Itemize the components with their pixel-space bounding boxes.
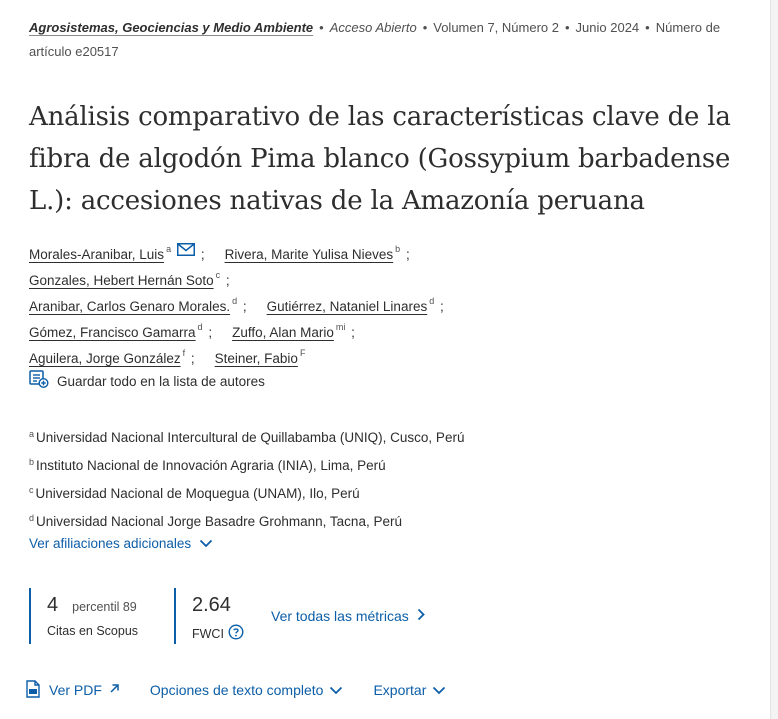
export-label: Exportar [373, 682, 427, 698]
view-pdf-button[interactable]: Ver PDF [25, 679, 120, 701]
fwci-label-row: FWCI [192, 624, 256, 643]
percentile-text: percentil 89 [72, 600, 137, 614]
author-item: Rivera, Marite Yulisa Nieves b ; [225, 236, 410, 268]
author-superscript: mi [335, 322, 346, 332]
access-badge: Acceso Abierto [329, 20, 417, 35]
author-link[interactable]: Zuffo, Alan Mario [232, 325, 334, 340]
full-text-options-button[interactable]: Opciones de texto completo [150, 682, 344, 698]
author-link[interactable]: Morales-Aranibar, Luis [29, 247, 164, 262]
author-link[interactable]: Aranibar, Carlos Genaro Morales. [29, 299, 230, 314]
author-item: Steiner, Fabio F [215, 340, 306, 372]
separator: ; [436, 299, 444, 314]
external-link-icon [102, 682, 120, 698]
citations-label: Citas en Scopus [47, 624, 139, 638]
volume-text: Volumen 7, Número 2 [433, 20, 559, 35]
author-row: Aguilera, Jorge González f ; Steiner, Fabi… [29, 340, 749, 366]
separator-dot: • [564, 20, 570, 35]
save-authors-label: Guardar todo en la lista de autores [57, 374, 265, 389]
author-list: Morales-Aranibar, Luis a ; Rivera, Marite … [29, 236, 749, 366]
affiliation-list: a Universidad Nacional Intercultural de Q… [29, 422, 749, 534]
affiliation-item: c Universidad Nacional de Moquegua (UNAM)… [29, 478, 749, 506]
separator: ; [197, 247, 205, 262]
metrics-panel: 4 percentil 89 Citas en Scopus 2.64 FWCI… [29, 588, 425, 644]
citations-count: 4 [47, 594, 59, 616]
author-superscript: d [197, 322, 203, 332]
all-metrics-label: Ver todas las métricas [271, 608, 409, 624]
author-row: Morales-Aranibar, Luis a ; Rivera, Marite … [29, 236, 749, 262]
more-affiliations-button[interactable]: Ver afiliaciones adicionales [29, 533, 213, 555]
affiliation-superscript: d [29, 513, 35, 523]
author-superscript: b [395, 244, 401, 254]
affiliation-superscript: a [29, 429, 35, 439]
save-authors-button[interactable]: Guardar todo en la lista de autores [29, 369, 265, 395]
pdf-file-icon [25, 679, 49, 701]
full-text-options-label: Opciones de texto completo [149, 682, 324, 698]
author-superscript: F [299, 348, 306, 358]
separator-dot: • [319, 20, 324, 35]
article-title: Análisis comparativo de las característi… [29, 102, 731, 216]
separator-dot: • [645, 20, 650, 35]
author-link[interactable]: Rivera, Marite Yulisa Nieves [225, 247, 394, 262]
affiliation-text: Universidad Nacional Jorge Basadre Grohm… [36, 514, 402, 529]
affiliation-superscript: c [29, 485, 34, 495]
all-metrics-link[interactable]: Ver todas las métricas [271, 588, 425, 644]
separator: ; [347, 325, 355, 340]
author-link[interactable]: Gutiérrez, Nataniel Linares [267, 299, 428, 314]
separator: ; [187, 351, 195, 366]
affiliation-superscript: b [29, 457, 35, 467]
author-link[interactable]: Gómez, Francisco Gamarra [29, 325, 196, 340]
action-bar: Ver PDF Opciones de texto completo Expor… [25, 679, 476, 701]
fwci-value: 2.64 [192, 594, 231, 616]
affiliation-item: d Universidad Nacional Jorge Basadre Groh… [29, 506, 749, 534]
author-superscript: f [182, 348, 186, 358]
author-superscript: c [215, 270, 221, 280]
author-superscript: d [232, 296, 238, 306]
separator: ; [402, 247, 410, 262]
affiliation-text: Universidad Nacional Intercultural de Qu… [36, 430, 465, 445]
separator-dot: • [422, 20, 428, 35]
chevron-down-icon [426, 682, 446, 698]
affiliation-text: Universidad Nacional de Moquegua (UNAM),… [35, 486, 360, 501]
chevron-down-icon [323, 682, 343, 698]
fwci-label: FWCI [192, 626, 224, 641]
save-list-icon [29, 369, 57, 395]
author-link[interactable]: Aguilera, Jorge González [29, 351, 181, 366]
author-link[interactable]: Steiner, Fabio [215, 351, 298, 366]
affiliation-text: Instituto Nacional de Innovación Agraria… [36, 458, 386, 473]
page-scrollbar[interactable] [770, 0, 778, 719]
separator: ; [222, 273, 230, 288]
article-metadata: Agrosistemas, Geociencias y Medio Ambien… [29, 16, 749, 64]
more-affiliations-label: Ver afiliaciones adicionales [29, 536, 192, 551]
author-superscript: a [166, 244, 172, 254]
date-text: Junio 2024 [575, 20, 640, 35]
journal-link[interactable]: Agrosistemas, Geociencias y Medio Ambien… [29, 20, 313, 35]
chevron-right-icon [409, 608, 425, 624]
affiliation-item: a Universidad Nacional Intercultural de Q… [29, 422, 749, 450]
fwci-metric: 2.64 FWCI [174, 588, 256, 644]
view-pdf-label: Ver PDF [49, 682, 102, 698]
citations-metric: 4 percentil 89 Citas en Scopus [29, 588, 157, 644]
export-button[interactable]: Exportar [373, 682, 446, 698]
author-item: Aguilera, Jorge González f ; [29, 340, 195, 372]
separator: ; [204, 325, 213, 340]
author-superscript: d [429, 296, 435, 306]
author-link[interactable]: Gonzales, Hebert Hernán Soto [29, 273, 214, 288]
affiliation-item: b Instituto Nacional de Innovación Agrari… [29, 450, 749, 478]
chevron-down-icon [191, 533, 213, 555]
help-circle-icon[interactable] [224, 624, 244, 643]
author-row: Aranibar, Carlos Genaro Morales. d ; Gutié… [29, 288, 749, 314]
separator: ; [239, 299, 247, 314]
